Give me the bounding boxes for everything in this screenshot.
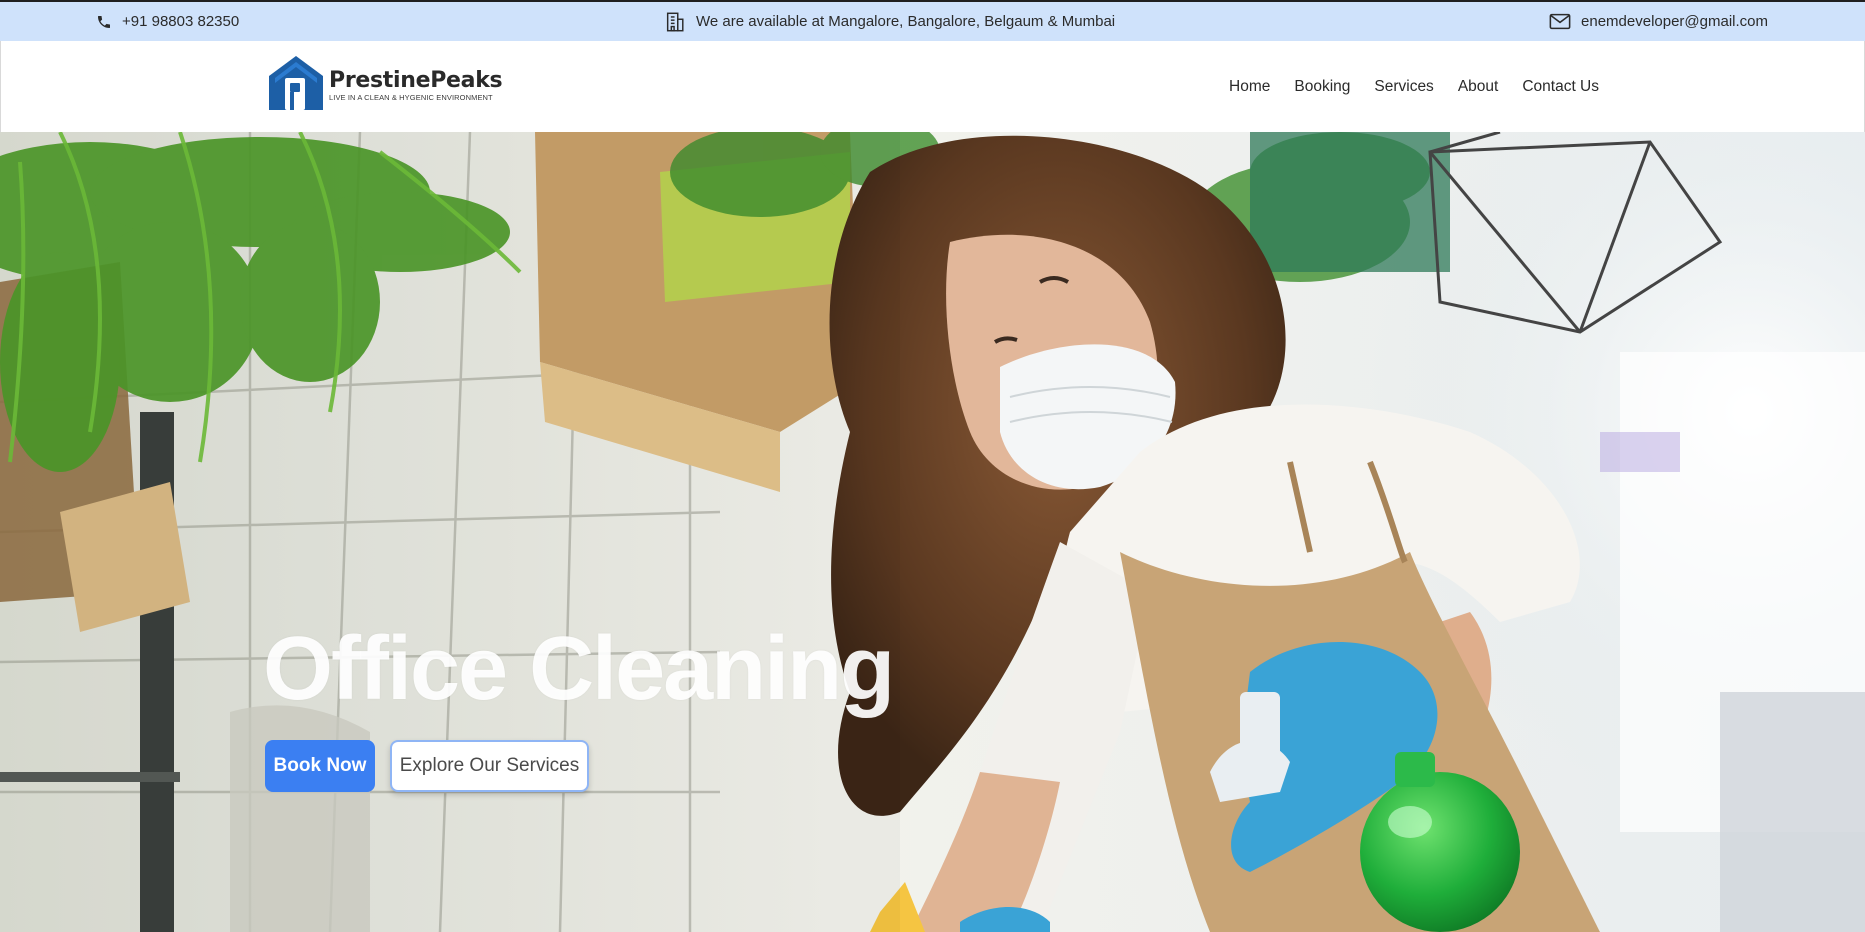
- hero-title: Office Cleaning: [263, 619, 895, 719]
- nav-booking[interactable]: Booking: [1294, 78, 1350, 96]
- email-contact[interactable]: enemdeveloper@gmail.com: [1549, 2, 1768, 41]
- locations-text: We are available at Mangalore, Bangalore…: [696, 13, 1116, 30]
- phone-number: +91 98803 82350: [122, 13, 240, 30]
- hero-section: Office Cleaning Book Now Explore Our Ser…: [0, 132, 1865, 932]
- brand-name: PrestinePeaks: [329, 68, 503, 93]
- nav-contact-us[interactable]: Contact Us: [1522, 78, 1599, 96]
- main-navigation: Home Booking Services About Contact Us: [1229, 41, 1599, 132]
- brand-logo[interactable]: PrestinePeaks LIVE IN A CLEAN & HYGENIC …: [267, 54, 503, 117]
- brand-tagline: LIVE IN A CLEAN & HYGENIC ENVIRONMENT: [329, 93, 493, 102]
- book-now-button[interactable]: Book Now: [265, 740, 375, 792]
- phone-contact[interactable]: +91 98803 82350: [96, 2, 239, 41]
- nav-home[interactable]: Home: [1229, 78, 1270, 96]
- contact-bar: +91 98803 82350 We are available at Mang…: [0, 0, 1865, 41]
- site-header: PrestinePeaks LIVE IN A CLEAN & HYGENIC …: [0, 41, 1865, 132]
- mail-icon: [1549, 13, 1571, 30]
- house-logo-icon: [267, 54, 325, 117]
- explore-services-button[interactable]: Explore Our Services: [390, 740, 589, 792]
- building-icon: [664, 11, 686, 33]
- service-locations: We are available at Mangalore, Bangalore…: [664, 2, 1115, 41]
- email-address: enemdeveloper@gmail.com: [1581, 13, 1768, 30]
- hero-background-photo: [0, 132, 1865, 932]
- nav-services[interactable]: Services: [1374, 78, 1433, 96]
- nav-about[interactable]: About: [1458, 78, 1499, 96]
- phone-icon: [96, 14, 112, 30]
